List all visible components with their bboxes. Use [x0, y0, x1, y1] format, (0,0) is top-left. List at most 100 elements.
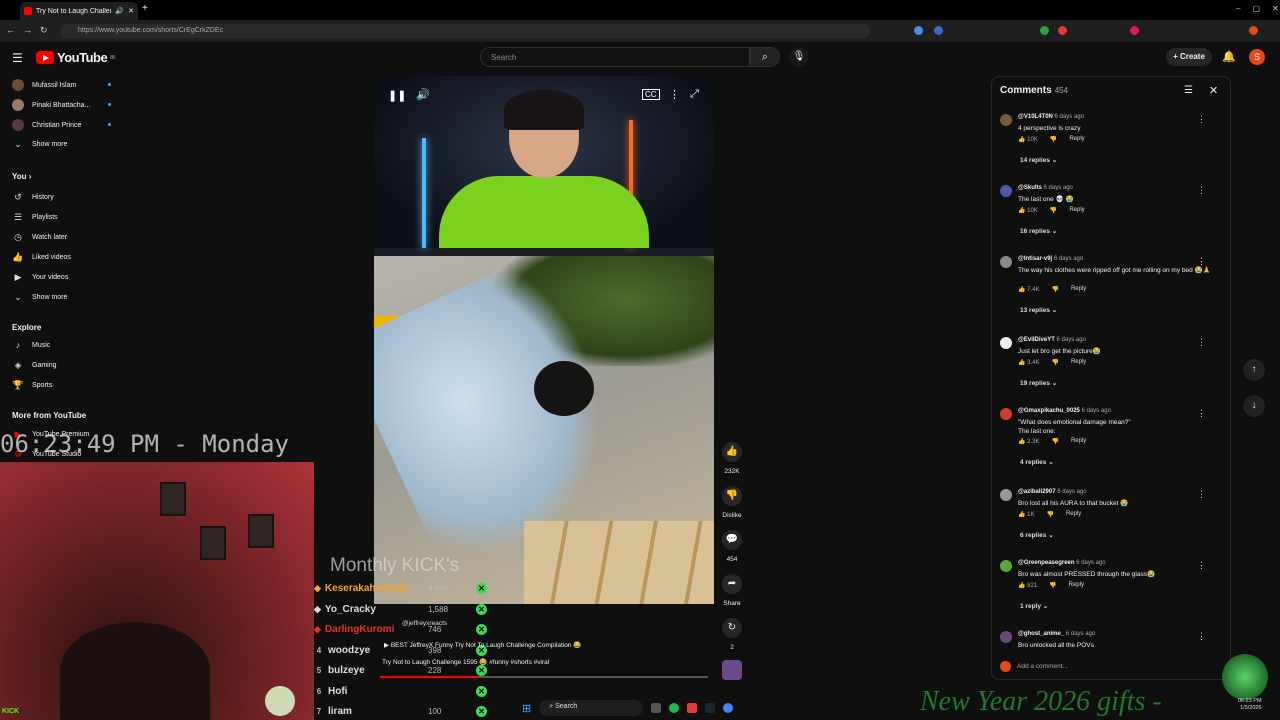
avatar[interactable] — [1000, 489, 1012, 501]
view-replies-button[interactable]: 4 replies ⌄ — [1020, 458, 1054, 466]
search-input[interactable]: Search — [480, 47, 750, 67]
more-vert-icon[interactable]: ⋮ — [1197, 560, 1206, 571]
reply-button[interactable]: Reply — [1071, 359, 1086, 366]
comments-button[interactable]: 💬 454 — [722, 530, 742, 563]
dislike-comment-button[interactable]: 👎 — [1051, 359, 1058, 366]
extension-icon[interactable] — [1130, 26, 1139, 35]
tab-close-icon[interactable]: ✕ — [128, 7, 134, 15]
view-replies-button[interactable]: 19 replies ⌄ — [1020, 379, 1057, 387]
avatar[interactable] — [1000, 256, 1012, 268]
new-tab-button[interactable]: + — [142, 3, 148, 14]
task-view-icon[interactable] — [651, 703, 662, 713]
reply-button[interactable]: Reply — [1069, 136, 1084, 143]
sound-thumbnail[interactable] — [722, 660, 742, 680]
dislike-comment-button[interactable]: 👎 — [1046, 511, 1053, 518]
sidebar-sub-1[interactable]: Mufassil Islam — [12, 79, 112, 91]
comment-author[interactable]: @azibali2907 6 days ago — [1018, 489, 1087, 495]
view-replies-button[interactable]: 14 replies ⌄ — [1020, 156, 1057, 164]
sidebar-you-heading[interactable]: You › — [12, 172, 31, 181]
reply-button[interactable]: Reply — [1071, 286, 1086, 293]
remix-button[interactable]: ↻ 2 — [722, 618, 742, 651]
avatar[interactable] — [1000, 114, 1012, 126]
account-avatar[interactable]: S — [1249, 49, 1265, 65]
dislike-comment-button[interactable]: 👎 — [1051, 438, 1058, 445]
extension-icon[interactable] — [914, 26, 923, 35]
like-comment-button[interactable]: 👍 10K — [1018, 207, 1038, 214]
view-replies-button[interactable]: 13 replies ⌄ — [1020, 306, 1057, 314]
fullscreen-icon[interactable]: ⤢ — [690, 88, 699, 101]
captions-icon[interactable]: CC — [642, 89, 660, 100]
close-icon[interactable]: ✕ — [1209, 84, 1218, 97]
notifications-bell-icon[interactable]: 🔔 — [1222, 50, 1236, 63]
sidebar-show-more-subs[interactable]: ⌄ Show more — [12, 139, 67, 150]
window-controls[interactable]: –▢✕ — [1236, 4, 1280, 13]
reply-button[interactable]: Reply — [1071, 438, 1086, 445]
extension-icon[interactable] — [1058, 26, 1067, 35]
progress-bar[interactable] — [380, 676, 708, 678]
share-button[interactable]: ➦ Share — [722, 574, 742, 607]
more-vert-icon[interactable]: ⋮ — [1197, 114, 1206, 125]
system-clock[interactable]: 06:23 PM 1/5/2026 — [1238, 698, 1262, 712]
more-vert-icon[interactable]: ⋮ — [1197, 631, 1206, 642]
sidebar-sub-2[interactable]: Pinaki Bhattacha... — [12, 99, 112, 111]
channel-handle[interactable]: @jeffreyxreacts — [402, 620, 447, 627]
sidebar-item-liked[interactable]: 👍 Liked videos — [12, 252, 71, 263]
dislike-comment-button[interactable]: 👎 — [1050, 207, 1057, 214]
app-icon[interactable] — [687, 703, 698, 713]
youtube-logo[interactable]: YouTube 80 — [36, 50, 115, 65]
like-comment-button[interactable]: 👍 2.3K — [1018, 438, 1039, 445]
view-replies-button[interactable]: 16 replies ⌄ — [1020, 227, 1057, 235]
spotify-icon[interactable] — [669, 703, 680, 713]
dislike-comment-button[interactable]: 👎 — [1049, 582, 1056, 589]
like-comment-button[interactable]: 👍 7.4K — [1018, 286, 1039, 293]
like-comment-button[interactable]: 👍 1K — [1018, 511, 1034, 518]
comment-author[interactable]: @Intisar-v9j 6 days ago — [1018, 256, 1083, 262]
dislike-comment-button[interactable]: 👎 — [1050, 136, 1057, 143]
url-field[interactable]: https://www.youtube.com/shorts/CrEgCrkZD… — [60, 24, 870, 38]
browser-tab[interactable]: Try Not to Laugh Challenge 🔊 ✕ — [20, 2, 138, 20]
sidebar-sub-3[interactable]: Christian Prince — [12, 119, 112, 131]
extension-icon[interactable] — [1040, 26, 1049, 35]
sidebar-item-sports[interactable]: 🏆 Sports — [12, 380, 52, 391]
sort-icon[interactable]: ☰ — [1184, 85, 1193, 96]
avatar[interactable] — [1000, 408, 1012, 420]
dislike-button[interactable]: 👎 Dislike — [722, 486, 742, 519]
more-vert-icon[interactable]: ⋮ — [1197, 408, 1206, 419]
reply-button[interactable]: Reply — [1069, 582, 1084, 589]
sidebar-item-your-videos[interactable]: ▶ Your videos — [12, 272, 69, 283]
more-vert-icon[interactable]: ⋮ — [1197, 337, 1206, 348]
comment-author[interactable]: @ghost_anime_ 6 days ago — [1018, 631, 1095, 637]
steam-icon[interactable] — [705, 703, 716, 713]
dislike-comment-button[interactable]: 👎 — [1051, 286, 1058, 293]
search-button[interactable]: ⌕ — [750, 47, 780, 67]
add-comment-input[interactable]: Add a comment... — [1017, 663, 1068, 670]
sidebar-item-history[interactable]: ↺ History — [12, 192, 54, 203]
like-button[interactable]: 👍 232K — [722, 442, 742, 475]
view-replies-button[interactable]: 1 reply ⌄ — [1020, 602, 1048, 610]
like-comment-button[interactable]: 👍 10K — [1018, 136, 1038, 143]
profile-icon[interactable] — [1249, 26, 1258, 35]
like-comment-button[interactable]: 👍 821 — [1018, 582, 1037, 589]
avatar[interactable] — [1000, 560, 1012, 572]
more-vert-icon[interactable]: ⋮ — [1197, 185, 1206, 196]
chrome-icon[interactable] — [723, 703, 734, 713]
sidebar-item-gaming[interactable]: ◈ Gaming — [12, 360, 57, 371]
avatar[interactable] — [1000, 631, 1012, 643]
previous-short-button[interactable]: ↑ — [1243, 359, 1265, 381]
avatar[interactable] — [1000, 337, 1012, 349]
volume-icon[interactable]: 🔊 — [416, 88, 430, 101]
more-vert-icon[interactable]: ⋮ — [1197, 489, 1206, 500]
comment-author[interactable]: @Greenpeasegreen 6 days ago — [1018, 560, 1106, 566]
comment-author[interactable]: @V10L4T0N 6 days ago — [1018, 114, 1084, 120]
voice-search-button[interactable]: 🎙 — [789, 47, 809, 67]
sidebar-item-watch-later[interactable]: ◷ Watch later — [12, 232, 67, 243]
extension-icon[interactable] — [934, 26, 943, 35]
reply-button[interactable]: Reply — [1069, 207, 1084, 214]
comment-author[interactable]: @Skults 6 days ago — [1018, 185, 1073, 191]
create-button[interactable]: + Create — [1166, 48, 1212, 66]
sidebar-show-more-you[interactable]: ⌄ Show more — [12, 292, 67, 303]
comment-author[interactable]: @Gmaxpikachu_0025 6 days ago — [1018, 408, 1111, 414]
menu-icon[interactable]: ☰ — [12, 51, 23, 65]
more-vert-icon[interactable]: ⋮ — [669, 88, 680, 101]
more-vert-icon[interactable]: ⋮ — [1197, 256, 1206, 267]
